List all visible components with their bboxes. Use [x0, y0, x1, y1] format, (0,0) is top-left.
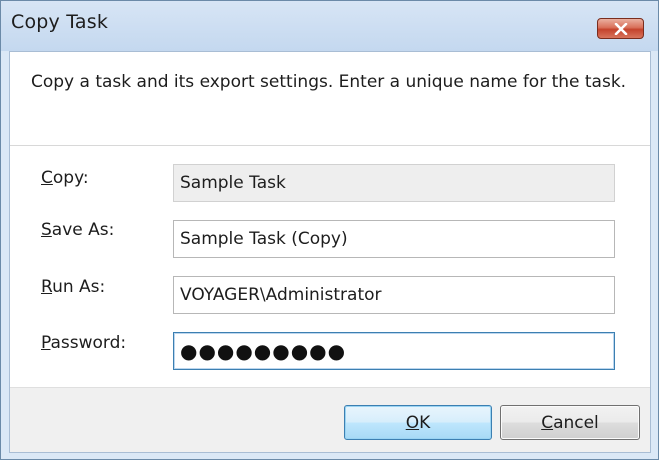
save-as-label: Save As:	[41, 220, 115, 240]
window-title: Copy Task	[11, 11, 109, 33]
close-icon	[614, 22, 628, 35]
save-as-input[interactable]: Sample Task (Copy)	[173, 220, 615, 258]
copy-task-dialog: Copy Task Copy a task and its export set…	[0, 0, 659, 460]
copy-label: Copy:	[41, 168, 89, 188]
close-button[interactable]	[597, 18, 644, 39]
password-mask: ●●●●●●●●●	[180, 339, 347, 363]
cancel-button[interactable]: Cancel	[500, 405, 640, 440]
dialog-body: Copy a task and its export settings. Ent…	[9, 51, 651, 453]
description-text: Copy a task and its export settings. Ent…	[31, 72, 627, 92]
title-bar[interactable]: Copy Task	[1, 1, 658, 51]
password-input[interactable]: ●●●●●●●●●	[173, 332, 615, 370]
copy-field: Sample Task	[173, 164, 615, 202]
password-label: Password:	[41, 333, 127, 353]
separator	[10, 145, 650, 146]
run-as-label: Run As:	[41, 277, 106, 297]
ok-button[interactable]: OK	[344, 405, 492, 440]
run-as-input[interactable]: VOYAGER\Administrator	[173, 276, 615, 314]
button-bar: OK Cancel	[10, 387, 650, 452]
